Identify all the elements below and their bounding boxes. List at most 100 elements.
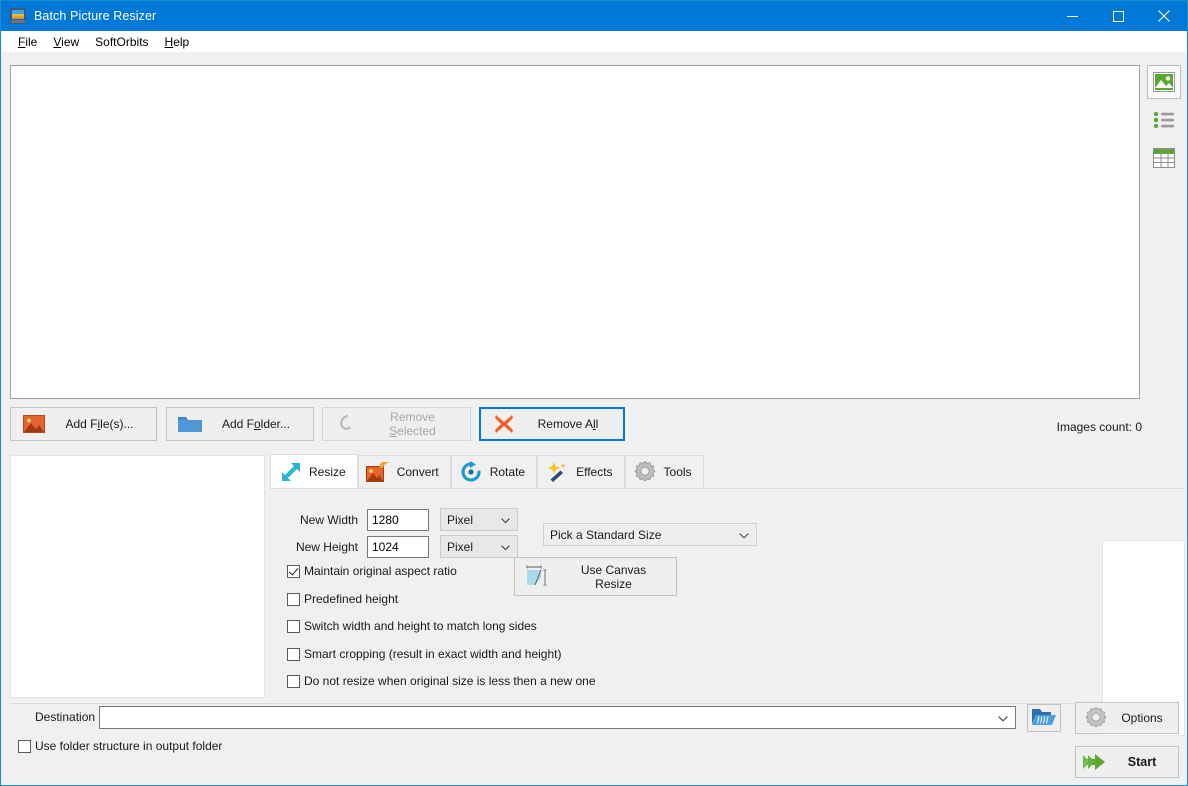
green-play-arrow-icon: [1076, 752, 1116, 772]
checkbox-box: [287, 564, 300, 578]
new-width-row: New Width Pixel: [270, 508, 518, 531]
standard-size-select[interactable]: Pick a Standard Size: [543, 523, 757, 546]
convert-image-icon: [365, 460, 391, 484]
use-canvas-resize-button[interactable]: Use Canvas Resize: [514, 557, 677, 596]
tab-effects-label: Effects: [576, 465, 613, 479]
red-x-icon: [481, 413, 527, 435]
checkbox-maintain-aspect-ratio[interactable]: Maintain original aspect ratio: [287, 564, 457, 578]
menu-help[interactable]: Help: [157, 33, 198, 51]
preview-panel: [10, 455, 265, 698]
width-unit-select[interactable]: Pixel: [440, 508, 518, 531]
checkbox-predefined-height[interactable]: Predefined height: [287, 592, 398, 606]
menu-help-label: elp: [173, 34, 190, 49]
application-window: Batch Picture Resizer File View SoftOrbi…: [0, 0, 1188, 786]
open-folder-icon: [1031, 707, 1057, 730]
details-view-button[interactable]: [1147, 141, 1181, 175]
destination-label: Destination: [35, 710, 96, 724]
add-files-button[interactable]: Add File(s)...: [10, 407, 157, 441]
app-picture-icon: [10, 8, 26, 24]
close-icon[interactable]: [1141, 1, 1187, 31]
gear-icon: [632, 460, 658, 484]
destination-input[interactable]: [99, 706, 1016, 729]
magic-wand-icon: [544, 460, 570, 484]
new-height-label: New Height: [295, 539, 358, 554]
checkbox-box: [18, 739, 31, 753]
add-image-icon: [11, 415, 57, 433]
thumbnails-view-button[interactable]: [1147, 65, 1181, 99]
checkbox-smart-cropping[interactable]: Smart cropping (result in exact width an…: [287, 647, 561, 661]
rotate-icon: [458, 460, 484, 484]
tab-tools[interactable]: Tools: [624, 455, 704, 488]
remove-all-label: Remove All: [537, 417, 599, 431]
remove-selected-label: Remove Selected: [389, 410, 436, 438]
checkbox-label: Smart cropping (result in exact width an…: [304, 647, 562, 661]
new-width-label: New Width: [299, 512, 358, 527]
file-actions-toolbar: Add File(s)... Add Folder... Remove Sele…: [2, 407, 1186, 447]
options-button[interactable]: Options: [1075, 702, 1179, 734]
checkbox-use-folder-structure[interactable]: Use folder structure in output folder: [18, 739, 222, 753]
start-label: Start: [1127, 755, 1157, 769]
maximize-icon[interactable]: [1095, 1, 1141, 31]
canvas-resize-icon: [515, 563, 561, 591]
add-files-label: Add File(s)...: [65, 417, 134, 431]
remove-selected-button[interactable]: Remove Selected: [322, 407, 471, 441]
remove-all-button[interactable]: Remove All: [479, 407, 625, 441]
menu-file[interactable]: File: [10, 33, 45, 51]
chevron-down-icon: [501, 513, 510, 527]
new-height-input[interactable]: [367, 535, 429, 558]
client-area: Add File(s)... Add Folder... Remove Sele…: [2, 52, 1186, 785]
new-width-input[interactable]: [367, 508, 429, 531]
images-count-label: Images count: 0: [1056, 420, 1142, 434]
checkbox-label: Switch width and height to match long si…: [304, 619, 537, 633]
browse-destination-button[interactable]: [1027, 704, 1061, 732]
file-list-area[interactable]: [10, 65, 1140, 399]
settings-tab-panel: Resize Convert Rotate Effects Tools New …: [270, 454, 1185, 736]
menu-softorbits-label: SoftOrbits: [95, 34, 149, 49]
menu-view-label: iew: [61, 34, 80, 49]
bottom-divider: [10, 703, 1178, 704]
view-mode-buttons: [1147, 65, 1183, 179]
add-folder-button[interactable]: Add Folder...: [166, 407, 314, 441]
checkbox-label: Predefined height: [304, 592, 399, 606]
resize-arrow-icon: [277, 460, 303, 484]
chevron-down-icon: [739, 528, 749, 542]
list-view-button[interactable]: [1147, 103, 1181, 137]
standard-size-value: Pick a Standard Size: [550, 527, 662, 542]
menu-softorbits[interactable]: SoftOrbits: [87, 33, 156, 51]
start-button[interactable]: Start: [1075, 746, 1179, 778]
menu-file-label: ile: [25, 34, 38, 49]
resize-tab-body: New Width Pixel New Height Pixel: [270, 488, 1185, 736]
use-canvas-resize-label: Use Canvas Resize: [580, 562, 647, 591]
checkbox-do-not-resize[interactable]: Do not resize when original size is less…: [287, 674, 596, 688]
options-label: Options: [1121, 711, 1163, 725]
checkbox-label: Use folder structure in output folder: [35, 739, 223, 753]
tab-effects[interactable]: Effects: [537, 455, 625, 488]
tab-tools-label: Tools: [663, 465, 692, 479]
tab-convert[interactable]: Convert: [357, 455, 451, 488]
checkbox-box: [287, 647, 300, 661]
checkbox-switch-width-height[interactable]: Switch width and height to match long si…: [287, 619, 537, 633]
checkbox-box: [287, 592, 300, 606]
minimize-icon[interactable]: [1049, 1, 1095, 31]
tab-rotate[interactable]: Rotate: [450, 455, 538, 488]
tab-rotate-label: Rotate: [489, 465, 526, 479]
menu-bar: File View SoftOrbits Help: [2, 31, 1186, 52]
tab-convert-label: Convert: [396, 465, 439, 479]
checkbox-label: Do not resize when original size is less…: [304, 674, 596, 688]
checkbox-label: Maintain original aspect ratio: [304, 564, 457, 578]
tab-resize[interactable]: Resize: [270, 454, 358, 488]
chevron-down-icon: [998, 711, 1008, 725]
add-folder-label: Add Folder...: [221, 417, 291, 431]
title-bar: Batch Picture Resizer: [1, 1, 1187, 31]
tab-resize-label: Resize: [309, 464, 346, 479]
menu-view[interactable]: View: [45, 33, 87, 51]
window-title: Batch Picture Resizer: [34, 9, 157, 23]
folder-icon: [167, 414, 213, 434]
checkbox-box: [287, 674, 300, 688]
height-unit-value: Pixel: [447, 539, 474, 554]
remove-selected-icon: [323, 414, 369, 434]
tab-strip: Resize Convert Rotate Effects Tools: [270, 454, 704, 488]
height-unit-select[interactable]: Pixel: [440, 535, 518, 558]
width-unit-value: Pixel: [447, 512, 474, 527]
gear-icon: [1076, 706, 1116, 730]
